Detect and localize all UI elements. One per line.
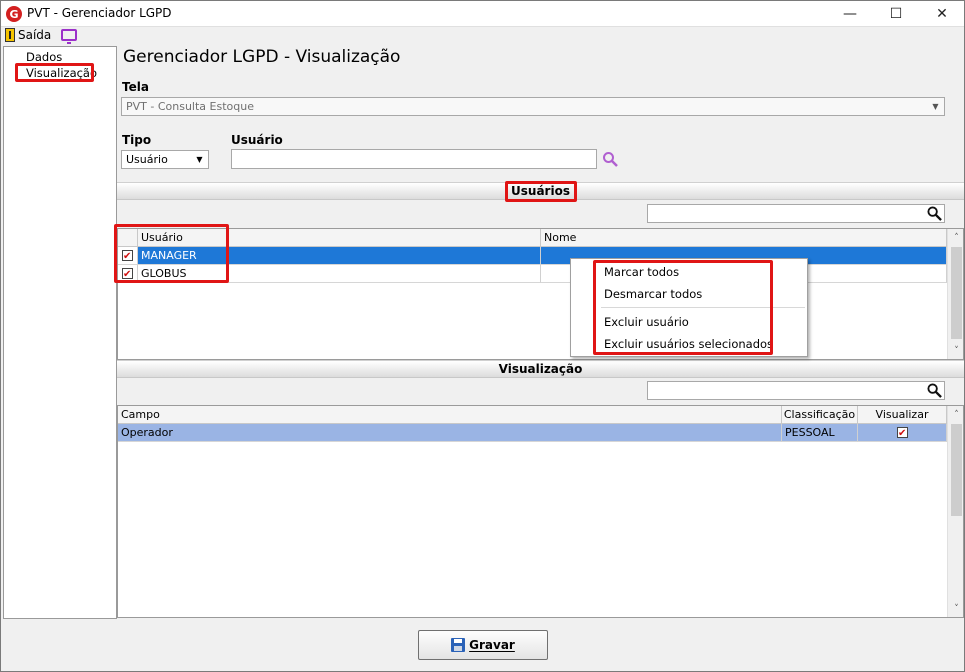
visualizar-checkbox[interactable] bbox=[897, 425, 908, 443]
tree-item-dados[interactable]: Dados bbox=[24, 50, 64, 64]
search-icon[interactable] bbox=[927, 383, 942, 398]
table-row[interactable]: GLOBUS bbox=[118, 265, 947, 284]
row-checkbox[interactable] bbox=[122, 266, 133, 284]
tipo-select-value: Usuário bbox=[126, 153, 168, 166]
page-title: Gerenciador LGPD - Visualização bbox=[123, 47, 401, 67]
visualizacao-section-header: Visualização bbox=[117, 360, 964, 378]
grid-header-classificacao[interactable]: Classificação bbox=[782, 406, 858, 424]
toolbar: Saída bbox=[1, 27, 964, 45]
chevron-down-icon: ▼ bbox=[196, 155, 203, 164]
row-usuario-cell[interactable]: MANAGER bbox=[138, 247, 541, 265]
usuarios-scrollbar[interactable]: ˄ ˅ bbox=[947, 229, 963, 359]
scroll-thumb[interactable] bbox=[951, 247, 962, 339]
grid-header-campo[interactable]: Campo bbox=[118, 406, 782, 424]
visualizacao-section-title: Visualização bbox=[498, 362, 583, 376]
grid-header-usuario[interactable]: Usuário bbox=[138, 229, 541, 247]
tree-item-visualizacao[interactable]: Visualização bbox=[24, 66, 99, 80]
window-title: PVT - Gerenciador LGPD bbox=[27, 6, 172, 20]
context-menu: Marcar todos Desmarcar todos Excluir usu… bbox=[570, 258, 808, 357]
exit-door-icon bbox=[5, 28, 15, 42]
usuarios-section-title: Usuários bbox=[511, 184, 570, 198]
table-row[interactable]: MANAGER bbox=[118, 247, 947, 266]
grid-header-visualizar[interactable]: Visualizar bbox=[858, 406, 947, 424]
navigation-tree: Dados Visualização bbox=[3, 46, 117, 619]
row-checkbox[interactable] bbox=[122, 248, 133, 266]
usuario-label: Usuário bbox=[231, 133, 283, 147]
minimize-icon: — bbox=[843, 6, 857, 22]
tela-label: Tela bbox=[122, 80, 149, 94]
scroll-up-icon[interactable]: ˄ bbox=[948, 229, 963, 246]
scroll-down-icon[interactable]: ˅ bbox=[948, 342, 963, 359]
grid-header-check bbox=[118, 229, 138, 247]
chevron-down-icon: ▼ bbox=[932, 102, 939, 111]
tela-select-value: PVT - Consulta Estoque bbox=[126, 100, 254, 113]
row-visualizar-cell[interactable] bbox=[858, 424, 947, 443]
row-check-cell[interactable] bbox=[118, 247, 138, 266]
exit-label: Saída bbox=[18, 28, 52, 42]
monitor-icon bbox=[61, 29, 77, 44]
save-button[interactable]: Gravar bbox=[418, 630, 548, 660]
tela-select[interactable]: PVT - Consulta Estoque ▼ bbox=[121, 97, 945, 116]
menu-separator bbox=[601, 307, 805, 308]
usuario-input[interactable] bbox=[231, 149, 597, 169]
row-classificacao-cell[interactable]: PESSOAL bbox=[782, 424, 858, 442]
exit-button[interactable]: Saída bbox=[5, 28, 51, 42]
table-row[interactable]: Operador PESSOAL bbox=[118, 424, 947, 443]
title-bar: G PVT - Gerenciador LGPD — ☐ ✕ bbox=[1, 1, 964, 27]
scroll-up-icon[interactable]: ˄ bbox=[948, 406, 963, 423]
close-button[interactable]: ✕ bbox=[919, 1, 965, 27]
row-check-cell[interactable] bbox=[118, 265, 138, 284]
usuarios-grid: Usuário Nome MANAGER GLOBUS ˄ ˅ bbox=[117, 228, 964, 360]
grid-header-nome[interactable]: Nome bbox=[541, 229, 947, 247]
visualizacao-search-input[interactable] bbox=[647, 381, 945, 400]
search-icon[interactable] bbox=[927, 206, 942, 221]
maximize-icon: ☐ bbox=[889, 6, 903, 22]
row-usuario-cell[interactable]: GLOBUS bbox=[138, 265, 541, 283]
save-button-label: Gravar bbox=[469, 638, 515, 652]
menu-item-excluir-selecionados[interactable]: Excluir usuários selecionados bbox=[571, 334, 807, 354]
close-icon: ✕ bbox=[936, 6, 948, 22]
app-window: G PVT - Gerenciador LGPD — ☐ ✕ Saída Dad… bbox=[0, 0, 965, 672]
menu-item-marcar-todos[interactable]: Marcar todos bbox=[571, 262, 807, 282]
usuarios-search-input[interactable] bbox=[647, 204, 945, 223]
row-campo-cell[interactable]: Operador bbox=[118, 424, 782, 442]
visualizacao-grid: Campo Classificação Visualizar Operador … bbox=[117, 405, 964, 618]
app-logo-icon: G bbox=[6, 6, 22, 22]
minimize-button[interactable]: — bbox=[827, 1, 873, 27]
visualizacao-scrollbar[interactable]: ˄ ˅ bbox=[947, 406, 963, 617]
monitor-button[interactable] bbox=[61, 29, 77, 44]
scroll-thumb[interactable] bbox=[951, 424, 962, 516]
maximize-button[interactable]: ☐ bbox=[873, 1, 919, 27]
tipo-select[interactable]: Usuário ▼ bbox=[121, 150, 209, 169]
svg-text:G: G bbox=[9, 8, 18, 21]
scroll-down-icon[interactable]: ˅ bbox=[948, 600, 963, 617]
usuarios-section-header: Usuários bbox=[117, 182, 964, 200]
tipo-label: Tipo bbox=[122, 133, 152, 147]
floppy-disk-icon bbox=[451, 638, 466, 652]
menu-item-excluir-usuario[interactable]: Excluir usuário bbox=[571, 312, 807, 332]
menu-item-desmarcar-todos[interactable]: Desmarcar todos bbox=[571, 284, 807, 304]
usuario-search-icon[interactable] bbox=[602, 151, 618, 167]
